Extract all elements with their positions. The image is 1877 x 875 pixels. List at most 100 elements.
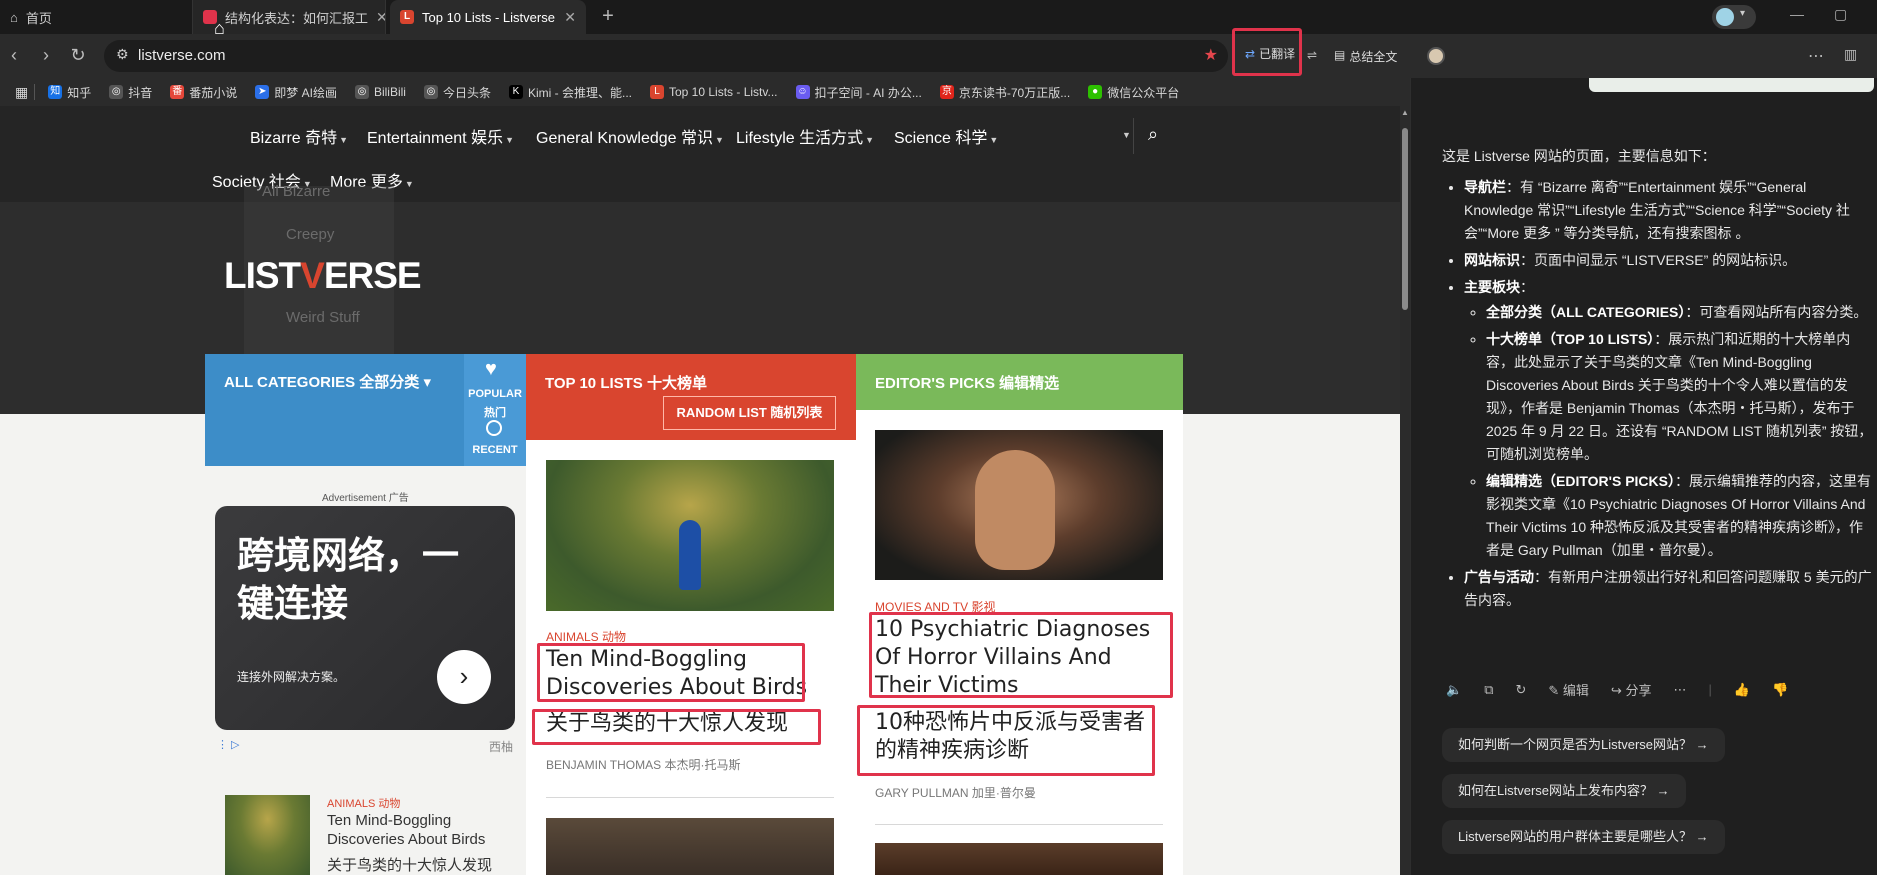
nav-general-knowledge[interactable]: General Knowledge 常识 ▼ [536, 124, 724, 148]
logo-part: V [300, 255, 325, 296]
previous-card [1589, 78, 1874, 92]
profile-switcher[interactable]: ▾ [1712, 5, 1756, 29]
popular-label[interactable]: POPULAR [464, 388, 526, 400]
bookmark-item[interactable]: ● 微信公众平台 [1079, 84, 1188, 101]
zhihu-icon: 知 [48, 85, 63, 99]
globe-icon: ◎ [423, 85, 438, 99]
site-home-icon[interactable]: ⌂ [214, 18, 225, 39]
tab-home[interactable]: ⌂ 首页 [0, 0, 190, 34]
site-settings-icon[interactable]: ⚙ [116, 46, 129, 63]
popular-recent-toggle[interactable]: ♥ POPULAR 热门 RECENT [464, 354, 526, 466]
edit-button[interactable]: ✎ 编辑 [1548, 680, 1589, 699]
close-icon[interactable]: ✕ [376, 9, 385, 26]
peacock-image[interactable] [546, 460, 834, 611]
bookmark-item[interactable]: ◎ 今日头条 [415, 84, 500, 101]
avatar [1716, 8, 1734, 26]
bookmark-item[interactable]: ➤ 即梦 AI绘画 [246, 84, 346, 101]
apps-icon[interactable]: ▦ [6, 84, 34, 101]
bookmark-star-icon[interactable]: ★ [1204, 45, 1218, 65]
ad-choices-icon[interactable]: ⋮ ▷ [217, 738, 240, 751]
side-article-category[interactable]: ANIMALS 动物 [327, 795, 400, 811]
random-list-button[interactable]: RANDOM LIST 随机列表 [663, 396, 836, 430]
chevron-right-icon[interactable]: › [437, 650, 491, 704]
nav-lifestyle[interactable]: Lifestyle 生活方式 ▼ [736, 124, 874, 148]
reload-button[interactable]: ↻ [66, 44, 90, 68]
bookmark-item[interactable]: 番番茄小说 [161, 84, 246, 101]
highlight-box [532, 709, 821, 745]
minimize-button[interactable]: — [1790, 6, 1804, 22]
recent-label[interactable]: RECENT [464, 444, 526, 456]
back-button[interactable]: ‹ [2, 44, 26, 68]
more-menu-icon[interactable]: ⋯ [1808, 46, 1824, 66]
jd-icon: 京 [939, 85, 954, 99]
bookmark-item[interactable]: K Kimi - 会推理、能... [500, 84, 641, 101]
ad-label: Advertisement 广告 [322, 493, 409, 504]
article-author[interactable]: BENJAMIN THOMAS 本杰明·托马斯 [546, 756, 740, 773]
heart-icon: ♥ [485, 358, 497, 380]
bookmark-item[interactable]: ☺ 扣子空间 - AI 办公... [787, 84, 931, 101]
bookmark-item[interactable]: L Top 10 Lists - Listv... [641, 85, 787, 99]
thumbs-up-icon[interactable]: 👍 [1734, 682, 1750, 698]
side-article-title-cn[interactable]: 关于鸟类的十大惊人发现 [327, 856, 527, 875]
article-image[interactable] [875, 843, 1163, 875]
tab-listverse[interactable]: L Top 10 Lists - Listverse ✕ [390, 0, 586, 34]
forward-button[interactable]: › [34, 44, 58, 68]
side-article-image[interactable] [225, 795, 310, 875]
bookmark-label: 京东读书-70万正版... [958, 85, 1071, 100]
nav-label: Lifestyle 生活方式 [736, 130, 864, 147]
suggestion-3[interactable]: Listverse网站的用户群体主要是哪些人？ → [1442, 820, 1725, 854]
chevron-down-icon[interactable]: ▼ [1122, 130, 1131, 140]
ai-list: 导航栏：有 “Bizarre 离奇”“Entertainment 娱乐”“Gen… [1442, 176, 1874, 612]
nav-label: Science 科学 [894, 130, 988, 147]
more-icon[interactable]: ⋯ [1673, 682, 1686, 698]
wechat-icon: ● [1088, 85, 1103, 99]
bookmark-item[interactable]: 京京东读书-70万正版... [931, 84, 1079, 101]
listverse-logo[interactable]: LISTVERSE [224, 255, 422, 297]
article-image[interactable] [546, 818, 834, 875]
ghost-item-creepy: Creepy [286, 226, 335, 243]
address-bar[interactable]: ⚙ listverse.com ★ [104, 40, 1228, 72]
page-scrollbar[interactable]: ▲ [1400, 106, 1410, 875]
thumbs-down-icon[interactable]: 👎 [1772, 682, 1788, 698]
globe-icon: ◎ [109, 85, 124, 99]
face-shape [975, 450, 1055, 570]
regenerate-icon[interactable]: ↻ [1515, 682, 1526, 698]
translated-button[interactable]: ⇄ 已翻译 [1232, 28, 1302, 76]
highlight-box [869, 612, 1173, 698]
side-article-title-en[interactable]: Ten Mind-Boggling Discoveries About Bird… [327, 811, 517, 849]
nav-label: General Knowledge 常识 [536, 130, 713, 147]
summary-button[interactable]: ▤ 总结全文 [1334, 48, 1397, 65]
translate-options-icon[interactable]: ⇌ [1307, 48, 1317, 62]
ai-assistant-icon[interactable] [1427, 47, 1445, 65]
logo-part: LIST [224, 255, 301, 296]
scrollbar-thumb[interactable] [1402, 128, 1408, 310]
copy-icon[interactable]: ⧉ [1484, 682, 1493, 698]
nav-science[interactable]: Science 科学 ▼ [894, 124, 998, 148]
summary-label: 总结全文 [1349, 50, 1398, 64]
movie-still-image[interactable] [875, 430, 1163, 580]
bookmark-item[interactable]: ◎ 抖音 [100, 84, 161, 101]
tomato-icon: 番 [170, 85, 185, 99]
ai-list-item: 网站标识：页面中间显示 “LISTVERSE” 的网站标识。 [1464, 249, 1874, 272]
search-icon[interactable]: ⌕ [1148, 124, 1158, 145]
divider [546, 797, 834, 798]
bookmark-item[interactable]: ◎ BiliBili [346, 85, 415, 99]
nav-entertainment[interactable]: Entertainment 娱乐 ▼ [367, 124, 514, 148]
nav-bizarre[interactable]: Bizarre 奇特 ▼ [250, 124, 348, 148]
ad-card[interactable]: 跨境网络，一键连接 连接外网解决方案。 › [215, 506, 515, 730]
bookmark-label: 即梦 AI绘画 [274, 85, 337, 100]
close-icon[interactable]: ✕ [564, 9, 576, 26]
maximize-button[interactable]: ▢ [1834, 6, 1847, 23]
sidebar-toggle-icon[interactable]: ▥ [1844, 46, 1857, 63]
editors-picks-header: EDITOR'S PICKS 编辑精选 [856, 354, 1183, 410]
bookmark-item[interactable]: 知知乎 [39, 84, 100, 101]
share-button[interactable]: ↪ 分享 [1611, 680, 1652, 699]
all-categories-header[interactable]: ALL CATEGORIES 全部分类 ▾ ♥ POPULAR 热门 RECEN… [205, 354, 526, 466]
suggestion-2[interactable]: 如何在Listverse网站上发布内容？ → [1442, 774, 1686, 808]
new-tab-button[interactable]: + [596, 5, 620, 29]
scroll-up-icon[interactable]: ▲ [1401, 108, 1409, 117]
suggestion-1[interactable]: 如何判断一个网页是否为Listverse网站？ → [1442, 728, 1725, 762]
chevron-down-icon: ▼ [339, 135, 349, 145]
article-author[interactable]: GARY PULLMAN 加里·普尔曼 [875, 784, 1036, 801]
speaker-icon[interactable]: 🔈 [1446, 682, 1462, 698]
